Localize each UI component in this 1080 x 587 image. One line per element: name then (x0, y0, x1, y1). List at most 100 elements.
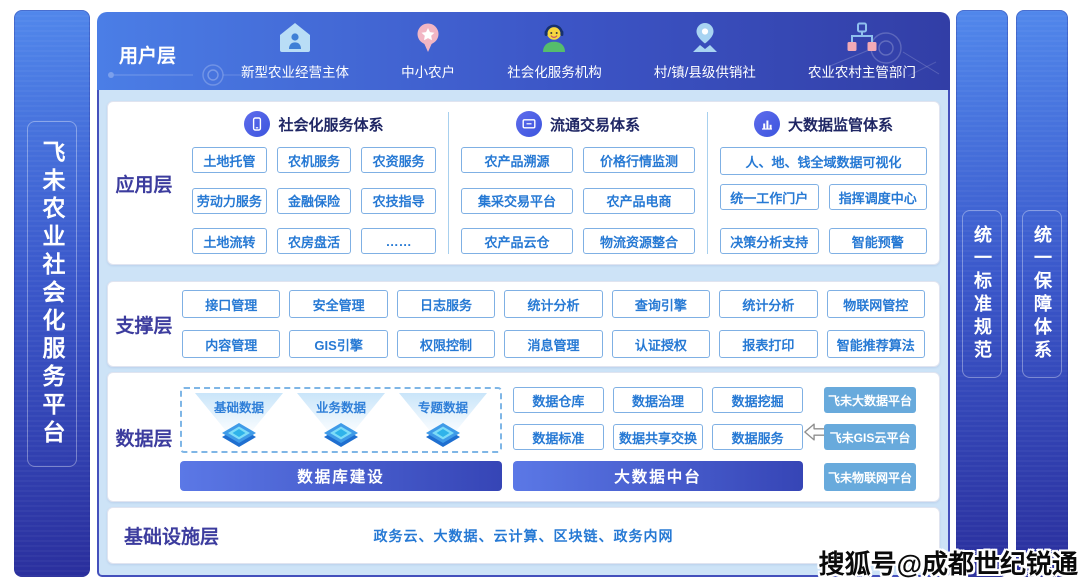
org-chart-icon (845, 22, 879, 58)
user-layer-label: 用户层 (119, 41, 176, 68)
app-item: 指挥调度中心 (829, 184, 928, 210)
service-agent-icon (537, 22, 571, 58)
user-item-label: 新型农业经营主体 (241, 61, 349, 81)
app-item: 农技指导 (361, 188, 436, 214)
data-diamond-icon (320, 421, 362, 448)
sohu-watermark: 搜狐号@成都世纪锐通 (819, 544, 1078, 581)
support-item: 查询引擎 (612, 290, 710, 318)
user-item-supply-coops: 村/镇/县级供销社 (654, 22, 756, 81)
data-item: 数据标准 (513, 424, 604, 450)
user-item-label: 村/镇/县级供销社 (654, 61, 756, 81)
app-item: 农机服务 (277, 147, 352, 173)
app-item: 土地托管 (192, 147, 267, 173)
app-item: 集采交易平台 (461, 188, 573, 214)
app-item: 决策分析支持 (720, 228, 819, 254)
user-items-row: 新型农业经营主体 中小农户 (215, 17, 942, 85)
data-item: 数据治理 (613, 387, 704, 413)
app-item: 农资服务 (361, 147, 436, 173)
app-item: 农产品溯源 (461, 147, 573, 173)
column-title: 大数据监管体系 (788, 114, 893, 135)
user-layer-header: 用户层 新型农业经营主体 (97, 12, 950, 90)
data-item: 数据服务 (712, 424, 803, 450)
application-layer-label: 应用层 (108, 102, 180, 264)
platform-title-pillar: 飞未农业社会化服务平台 (14, 10, 90, 577)
app-item: 统一工作门户 (720, 184, 819, 210)
database-label: 专题数据 (392, 397, 494, 416)
app-item: 劳动力服务 (192, 188, 267, 214)
infrastructure-items: 政务云、大数据、云计算、区块链、政务内网 (108, 526, 939, 546)
support-item: GIS引擎 (289, 330, 387, 358)
user-item-service-orgs: 社会化服务机构 (507, 22, 602, 81)
column-socialized-service-system: 社会化服务体系 土地托管 农机服务 农资服务 劳动力服务 金融保险 农技指导 土… (180, 102, 448, 264)
column-title: 流通交易体系 (550, 114, 640, 135)
location-pin-icon (690, 22, 720, 58)
app-item: 土地流转 (192, 228, 267, 254)
app-item: 农产品云仓 (461, 228, 573, 254)
main-panel: 应用层 社会化服务体系 土地托管 农机服务 (97, 90, 950, 577)
pin-star-icon (413, 22, 443, 58)
data-item: 数据共享交换 (613, 424, 704, 450)
support-item: 物联网管控 (827, 290, 925, 318)
column-bigdata-supervision-system: 大数据监管体系 人、地、钱全域数据可视化 统一工作门户 指挥调度中心 决策分析支… (708, 102, 939, 264)
support-item: 日志服务 (397, 290, 495, 318)
app-item: 农房盘活 (277, 228, 352, 254)
platform-button-gis-cloud: 飞未GIS云平台 (824, 424, 916, 450)
support-item: 消息管理 (504, 330, 602, 358)
unified-guarantee-pillar: 统一保障体系 (1016, 10, 1068, 577)
app-item: 价格行情监测 (583, 147, 695, 173)
database-basic-data: 基础数据 (188, 391, 290, 449)
bigdata-middle-platform-bar: 大数据中台 (513, 461, 803, 491)
database-dashed-box: 基础数据 业务数据 (180, 387, 502, 453)
user-item-agri-authorities: 农业农村主管部门 (808, 22, 916, 81)
app-item: 金融保险 (277, 188, 352, 214)
column-trade-circulation-system: 流通交易体系 农产品溯源 价格行情监测 集采交易平台 农产品电商 农产品云仓 物… (449, 102, 707, 264)
platform-title: 飞未农业社会化服务平台 (27, 121, 77, 467)
support-layer-section: 支撑层 接口管理 安全管理 日志服务 统计分析 查询引擎 统计分析 物联网管控 … (107, 281, 940, 367)
infrastructure-layer-section: 政务云、大数据、云计算、区块链、政务内网 基础设施层 (107, 507, 940, 564)
support-item: 智能推荐算法 (827, 330, 925, 358)
data-item: 数据仓库 (513, 387, 604, 413)
data-item: 数据挖掘 (712, 387, 803, 413)
platform-button-bigdata: 飞未大数据平台 (824, 387, 916, 413)
support-layer-label: 支撑层 (108, 282, 180, 366)
app-item-wide: 人、地、钱全域数据可视化 (720, 147, 927, 175)
data-capability-grid: 数据仓库 数据治理 数据挖掘 数据标准 数据共享交换 数据服务 (513, 387, 803, 450)
user-item-label: 社会化服务机构 (507, 61, 602, 81)
data-diamond-icon (422, 421, 464, 448)
app-item: …… (361, 228, 436, 254)
support-item: 安全管理 (289, 290, 387, 318)
support-item: 权限控制 (397, 330, 495, 358)
application-layer-section: 应用层 社会化服务体系 土地托管 农机服务 (107, 101, 940, 265)
unified-standards-label: 统一标准规范 (962, 210, 1002, 378)
support-item: 内容管理 (182, 330, 280, 358)
app-item: 农产品电商 (583, 188, 695, 214)
database-business-data: 业务数据 (290, 391, 392, 449)
support-item: 认证授权 (612, 330, 710, 358)
monitor-icon (516, 111, 542, 137)
data-diamond-icon (218, 421, 260, 448)
support-item: 统计分析 (504, 290, 602, 318)
bar-chart-icon (754, 111, 780, 137)
architecture-diagram: 飞未农业社会化服务平台 用户层 (0, 0, 1080, 587)
app-item: 智能预警 (829, 228, 928, 254)
user-item-label: 中小农户 (401, 61, 455, 81)
app-item: 物流资源整合 (583, 228, 695, 254)
unified-standards-pillar: 统一标准规范 (956, 10, 1008, 577)
user-item-label: 农业农村主管部门 (808, 61, 916, 81)
database-construction-bar: 数据库建设 (180, 461, 502, 491)
support-item: 接口管理 (182, 290, 280, 318)
platform-button-iot: 飞未物联网平台 (824, 463, 916, 491)
database-thematic-data: 专题数据 (392, 391, 494, 449)
infrastructure-layer-label: 基础设施层 (124, 522, 219, 549)
data-layer-section: 数据层 基础数据 (107, 372, 940, 502)
data-layer-label: 数据层 (108, 373, 180, 501)
user-item-new-agri-operators: 新型农业经营主体 (241, 22, 349, 81)
house-icon (278, 22, 312, 58)
database-label: 基础数据 (188, 397, 290, 416)
support-item: 统计分析 (719, 290, 817, 318)
user-item-small-farmers: 中小农户 (401, 22, 455, 81)
support-item: 报表打印 (719, 330, 817, 358)
unified-guarantee-label: 统一保障体系 (1022, 210, 1062, 378)
column-title: 社会化服务体系 (278, 114, 383, 135)
database-label: 业务数据 (290, 397, 392, 416)
